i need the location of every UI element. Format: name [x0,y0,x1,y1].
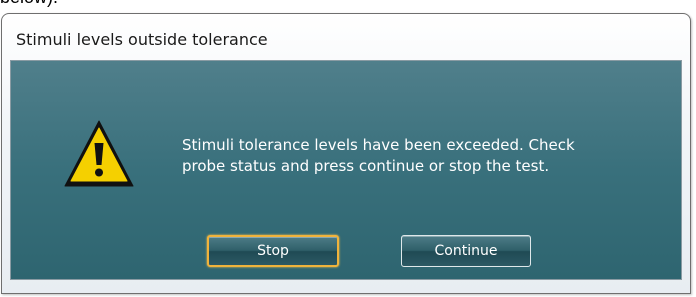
alert-dialog: Stimuli levels outside tolerance Stimuli… [1,13,691,294]
cropped-document-text: below). [0,0,58,8]
page: below). Stimuli levels outside tolerance… [0,0,696,297]
message-line: probe status and press continue or stop … [182,157,550,175]
message-line: Stimuli tolerance levels have been excee… [182,136,575,154]
dialog-title: Stimuli levels outside tolerance [16,30,268,49]
stop-button[interactable]: Stop [207,235,339,267]
dialog-content-panel: Stimuli tolerance levels have been excee… [10,60,682,280]
warning-icon [64,120,134,187]
dialog-message: Stimuli tolerance levels have been excee… [182,135,662,177]
continue-button[interactable]: Continue [401,235,531,267]
